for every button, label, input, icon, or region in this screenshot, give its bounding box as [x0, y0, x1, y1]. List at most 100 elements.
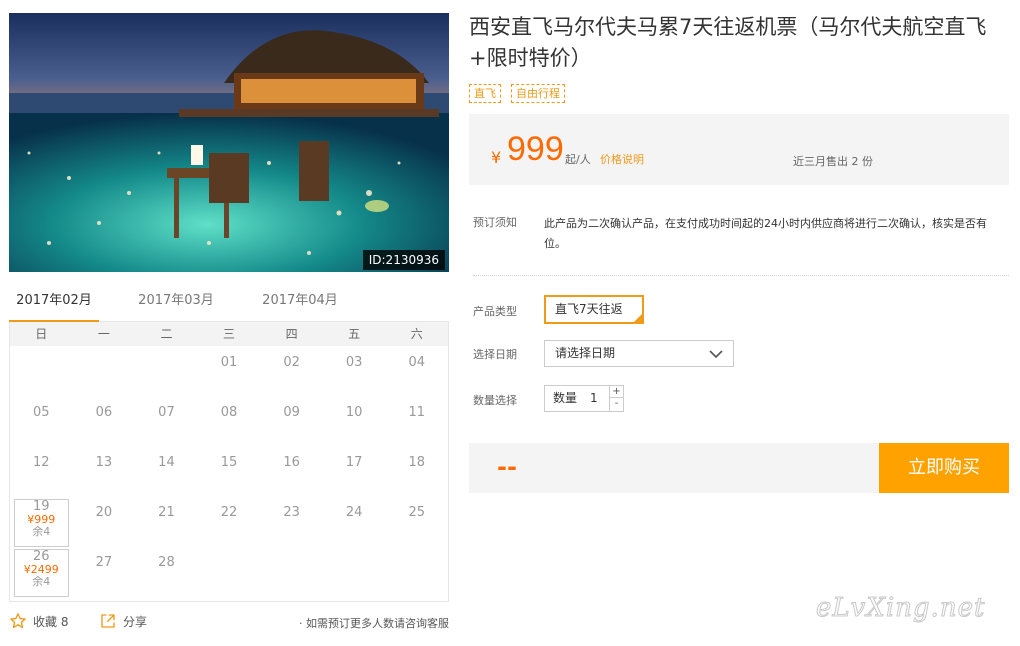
booking-notice: 预订须知 此产品为二次确认产品，在支付成功时间起的24小时内供应商将进行二次确认…	[473, 214, 1009, 276]
calendar-day-number: 15	[220, 455, 238, 470]
available-day-border	[14, 549, 69, 597]
calendar-day: 20	[73, 496, 136, 546]
date-select[interactable]: 请选择日期	[544, 340, 734, 367]
calendar-day-number: 07	[158, 405, 175, 420]
tab-month-1[interactable]: 2017年02月	[9, 288, 99, 323]
calendar-day-available[interactable]: 26 ¥2499 余4	[10, 546, 73, 597]
calendar-week-row: 05 06 07 08 09 10 11	[10, 396, 448, 446]
calendar-empty-cell	[260, 546, 323, 596]
product-title: 西安直飞马尔代夫马累7天往返机票（马尔代夫航空直飞+限时特价）	[469, 15, 987, 70]
month-tabs: 2017年02月 2017年03月 2017年04月	[9, 288, 449, 323]
calendar-day-number: 25	[408, 505, 426, 520]
product-type-label: 产品类型	[473, 305, 517, 318]
price-explain-link[interactable]: 价格说明	[600, 151, 644, 167]
calendar-day-number: 17	[345, 455, 363, 470]
calendar-day: 04	[385, 346, 448, 396]
weekday-label: 一	[97, 327, 110, 341]
weekday-label: 二	[160, 327, 173, 341]
calendar-empty-cell	[73, 346, 136, 396]
calendar-day-number: 05	[33, 405, 50, 420]
price-calendar: 日 一 二 三 四 五 六 01 02 03 04 05 06 07 08 09 10 11 12 13…	[9, 322, 449, 602]
price-amount: 999	[507, 130, 564, 168]
calendar-day-number: 01	[220, 355, 238, 370]
calendar-day: 17	[323, 446, 386, 496]
calendar-day-number: 22	[220, 505, 238, 520]
star-icon	[10, 613, 26, 629]
calendar-day-number: 27	[95, 555, 113, 570]
calendar-empty-cell	[198, 546, 261, 596]
share-button[interactable]: 分享	[99, 612, 147, 630]
calendar-day-available[interactable]: 19 ¥999 余4	[10, 496, 73, 547]
group-booking-note: · 如需预订更多人数请咨询客服	[299, 617, 449, 630]
favorite-button[interactable]: 收藏 8	[9, 612, 68, 630]
calendar-day: 05	[10, 396, 73, 446]
product-type-option[interactable]: 直飞7天往返 ✓	[544, 295, 644, 324]
site-watermark: eLvXing.net	[815, 593, 986, 624]
weekday-label: 六	[410, 327, 423, 341]
calendar-day: 27	[73, 546, 136, 596]
calendar-day-number: 28	[158, 555, 175, 570]
calendar-day: 22	[198, 496, 261, 546]
calendar-day-number: 20	[95, 505, 113, 520]
calendar-day: 14	[135, 446, 198, 496]
quantity-increase-button[interactable]: +	[610, 386, 623, 398]
product-actions: 收藏 8 分享 · 如需预订更多人数请咨询客服	[9, 612, 449, 634]
weekday-label: 五	[348, 327, 361, 341]
calendar-day: 15	[198, 446, 261, 496]
currency-symbol: ¥	[491, 148, 502, 167]
quantity-inner-label: 数量	[553, 391, 578, 405]
calendar-day: 06	[73, 396, 136, 446]
selected-check-icon: ✓	[632, 312, 642, 322]
weekday-label: 三	[223, 327, 236, 341]
booking-notice-label: 预订须知	[473, 216, 517, 229]
calendar-day: 16	[260, 446, 323, 496]
calendar-empty-cell	[135, 346, 198, 396]
tab-month-3[interactable]: 2017年04月	[255, 288, 345, 322]
calendar-day-number: 10	[345, 405, 363, 420]
calendar-day-number: 24	[345, 505, 363, 520]
calendar-day: 03	[323, 346, 386, 396]
calendar-day: 02	[260, 346, 323, 396]
tab-month-2[interactable]: 2017年03月	[131, 288, 221, 322]
calendar-week-row: 26 ¥2499 余4 27 28	[10, 546, 448, 597]
calendar-day-number: 03	[345, 355, 363, 370]
calendar-day: 12	[10, 446, 73, 496]
calendar-empty-cell	[385, 546, 448, 596]
favorite-count-label: 收藏 8	[33, 614, 69, 629]
price-unit: 起/人	[565, 153, 591, 166]
price-panel: ¥ 999 起/人 价格说明 近三月售出 2 份	[469, 114, 1009, 185]
booking-notice-text: 此产品为二次确认产品，在支付成功时间起的24小时内供应商将进行二次确认，核实是否…	[544, 217, 987, 250]
calendar-day-number: 23	[283, 505, 300, 520]
quantity-input[interactable]: 1	[590, 386, 598, 411]
quantity-decrease-button[interactable]: -	[610, 398, 623, 410]
calendar-day-number: 18	[408, 455, 426, 470]
calendar-empty-cell	[323, 546, 386, 596]
calendar-week-row: 12 13 14 15 16 17 18	[10, 446, 448, 496]
calendar-grid: 01 02 03 04 05 06 07 08 09 10 11 12 13 14 15 16 17 18 19 ¥9…	[10, 346, 448, 597]
calendar-day: 23	[260, 496, 323, 546]
calendar-week-row: 19 ¥999 余4 20 21 22 23 24 25	[10, 496, 448, 547]
available-day-border	[14, 499, 69, 547]
quantity-label: 数量选择	[473, 394, 517, 407]
share-label: 分享	[123, 614, 148, 629]
calendar-day: 09	[260, 396, 323, 446]
calendar-day-number: 14	[158, 455, 175, 470]
calendar-day-number: 06	[95, 405, 113, 420]
buy-now-button[interactable]: 立即购买	[879, 443, 1009, 493]
calendar-day: 24	[323, 496, 386, 546]
calendar-day: 25	[385, 496, 448, 546]
tag-direct-flight: 直飞	[469, 84, 501, 103]
calendar-day-number: 11	[408, 405, 426, 420]
calendar-day-number: 12	[33, 455, 50, 470]
calendar-week-row: 01 02 03 04	[10, 346, 448, 396]
calendar-day: 13	[73, 446, 136, 496]
calendar-day: 10	[323, 396, 386, 446]
product-type-value: 直飞7天往返	[555, 302, 623, 316]
calendar-day-number: 09	[283, 405, 300, 420]
resort-pool-photo	[9, 13, 449, 272]
calendar-day: 18	[385, 446, 448, 496]
calendar-day: 11	[385, 396, 448, 446]
calendar-day: 07	[135, 396, 198, 446]
calendar-day-number: 13	[95, 455, 113, 470]
quantity-steps: + -	[609, 386, 623, 411]
